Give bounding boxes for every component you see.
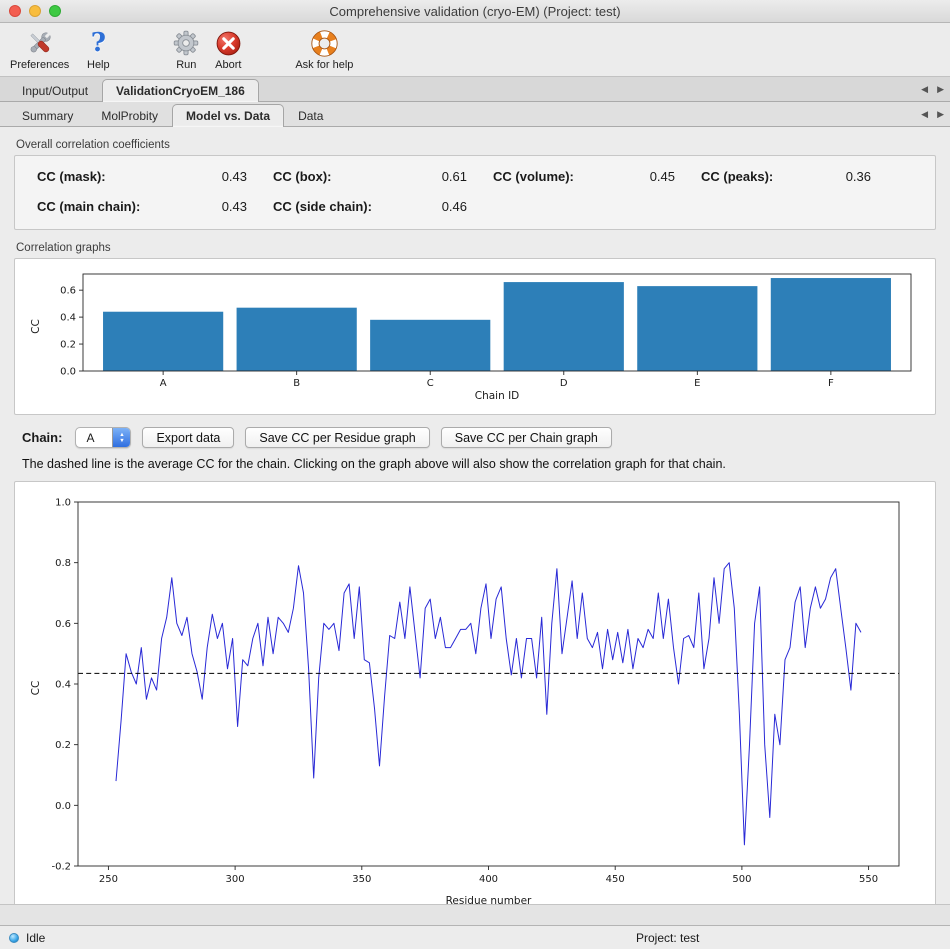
- preferences-button[interactable]: Preferences: [10, 28, 69, 71]
- stat-label: CC (main chain):: [37, 199, 165, 214]
- tab-data[interactable]: Data: [284, 104, 337, 127]
- abort-button[interactable]: Abort: [213, 28, 243, 71]
- svg-text:B: B: [293, 378, 300, 389]
- svg-text:400: 400: [479, 874, 498, 885]
- stat-label: CC (mask):: [37, 169, 165, 184]
- svg-text:0.2: 0.2: [55, 740, 71, 751]
- save-cc-per-residue-button[interactable]: Save CC per Residue graph: [245, 427, 429, 448]
- chain-select-value: A: [86, 431, 94, 445]
- overall-cc-section-title: Overall correlation coefficients: [16, 139, 936, 151]
- svg-text:D: D: [560, 378, 568, 389]
- svg-text:0.6: 0.6: [55, 619, 71, 630]
- preferences-tools-icon: [25, 28, 55, 58]
- chain-label: Chain:: [22, 430, 62, 445]
- svg-text:A: A: [160, 378, 167, 389]
- help-question-icon: ?: [83, 28, 113, 58]
- ask-for-help-label: Ask for help: [295, 59, 353, 71]
- svg-text:E: E: [694, 378, 700, 389]
- svg-text:0.8: 0.8: [55, 558, 71, 569]
- ask-for-help-button[interactable]: Ask for help: [295, 28, 353, 71]
- svg-text:250: 250: [99, 874, 118, 885]
- zoom-button[interactable]: [49, 5, 61, 17]
- minimize-button[interactable]: [29, 5, 41, 17]
- svg-text:350: 350: [352, 874, 371, 885]
- cc-per-chain-bar-chart[interactable]: 0.0 0.2 0.4 0.6 A B C D E F Chain ID CC: [23, 265, 923, 403]
- svg-text:550: 550: [859, 874, 878, 885]
- run-label: Run: [176, 59, 196, 71]
- stat-value: 0.46: [411, 199, 467, 214]
- stat-label: CC (side chain):: [273, 199, 385, 214]
- tab-input-output[interactable]: Input/Output: [8, 79, 102, 102]
- cc-per-chain-chart-panel: 0.0 0.2 0.4 0.6 A B C D E F Chain ID CC: [14, 258, 936, 415]
- svg-text:F: F: [828, 378, 834, 389]
- bottom-strip: [0, 904, 950, 925]
- secondary-tab-bar: Summary MolProbity Model vs. Data Data ◀…: [0, 102, 950, 127]
- tab-scroll-controls: ◀ ▶: [921, 77, 944, 101]
- app-window: Comprehensive validation (cryo-EM) (Proj…: [0, 0, 950, 949]
- tab-scroll-left-icon[interactable]: ◀: [921, 84, 928, 95]
- title-bar: Comprehensive validation (cryo-EM) (Proj…: [0, 0, 950, 23]
- run-button[interactable]: Run: [171, 28, 201, 71]
- main-toolbar: Preferences ? Help Run: [0, 23, 950, 77]
- primary-tab-bar: Input/Output ValidationCryoEM_186 ◀ ▶: [0, 77, 950, 102]
- tab-scroll-right-icon[interactable]: ▶: [937, 84, 944, 95]
- tab-model-vs-data[interactable]: Model vs. Data: [172, 104, 284, 127]
- stat-value: 0.43: [191, 199, 247, 214]
- stat-label: CC (box):: [273, 169, 385, 184]
- svg-text:0.6: 0.6: [60, 286, 76, 297]
- tab-validationcryoem-186[interactable]: ValidationCryoEM_186: [102, 79, 259, 102]
- model-vs-data-panel: Overall correlation coefficients CC (mas…: [0, 127, 950, 924]
- help-button[interactable]: ? Help: [83, 28, 113, 71]
- subtab-scroll-controls: ◀ ▶: [921, 102, 944, 126]
- stat-value: 0.45: [619, 169, 675, 184]
- stat-label: CC (volume):: [493, 169, 593, 184]
- stat-label: CC (peaks):: [701, 169, 789, 184]
- svg-text:C: C: [427, 378, 434, 389]
- svg-text:0.0: 0.0: [55, 801, 71, 812]
- ask-for-help-lifering-icon: [309, 28, 339, 58]
- chain-select[interactable]: A ▲ ▼: [75, 427, 131, 448]
- overall-cc-grid: CC (mask): 0.43 CC (box): 0.61 CC (volum…: [37, 169, 935, 214]
- window-controls: [9, 5, 61, 17]
- svg-text:450: 450: [606, 874, 625, 885]
- cc-per-residue-chart-panel: -0.2 0.0 0.2 0.4 0.6 0.8 1.0 250 300 350 400 450 500…: [14, 481, 936, 924]
- subtab-scroll-right-icon[interactable]: ▶: [937, 109, 944, 120]
- stat-value: 0.43: [191, 169, 247, 184]
- stat-value: 0.61: [411, 169, 467, 184]
- export-data-button[interactable]: Export data: [142, 427, 234, 448]
- chain-select-stepper-icon: ▲ ▼: [112, 428, 130, 447]
- svg-text:500: 500: [732, 874, 751, 885]
- status-text: Idle: [26, 931, 45, 945]
- run-gear-icon: [171, 28, 201, 58]
- svg-text:CC: CC: [30, 319, 42, 334]
- svg-text:0.4: 0.4: [55, 680, 71, 691]
- tab-molprobity[interactable]: MolProbity: [87, 104, 172, 127]
- abort-cross-icon: [213, 28, 243, 58]
- svg-text:CC: CC: [30, 681, 42, 696]
- project-label: Project: test: [636, 931, 699, 945]
- cc-per-residue-line-chart: -0.2 0.0 0.2 0.4 0.6 0.8 1.0 250 300 350 400 450 500…: [23, 488, 923, 912]
- tab-summary[interactable]: Summary: [8, 104, 87, 127]
- status-bar: Idle Project: test: [0, 925, 950, 949]
- save-cc-per-chain-button[interactable]: Save CC per Chain graph: [441, 427, 612, 448]
- subtab-scroll-left-icon[interactable]: ◀: [921, 109, 928, 120]
- svg-text:0.2: 0.2: [60, 340, 76, 351]
- window-title: Comprehensive validation (cryo-EM) (Proj…: [0, 4, 950, 19]
- svg-text:Chain ID: Chain ID: [475, 390, 520, 402]
- svg-text:0.0: 0.0: [60, 367, 76, 378]
- overall-cc-panel: CC (mask): 0.43 CC (box): 0.61 CC (volum…: [14, 155, 936, 230]
- status-idle-icon: [9, 933, 19, 943]
- stat-value: 0.36: [815, 169, 871, 184]
- correlation-graphs-section-title: Correlation graphs: [16, 242, 936, 254]
- svg-text:0.4: 0.4: [60, 313, 76, 324]
- help-label: Help: [87, 59, 110, 71]
- abort-label: Abort: [215, 59, 241, 71]
- svg-text:300: 300: [226, 874, 245, 885]
- svg-text:1.0: 1.0: [55, 498, 71, 509]
- svg-text:-0.2: -0.2: [51, 862, 71, 873]
- preferences-label: Preferences: [10, 59, 69, 71]
- chain-controls-row: Chain: A ▲ ▼ Export data Save CC per Res…: [22, 427, 934, 448]
- dashed-line-note: The dashed line is the average CC for th…: [22, 457, 934, 471]
- close-button[interactable]: [9, 5, 21, 17]
